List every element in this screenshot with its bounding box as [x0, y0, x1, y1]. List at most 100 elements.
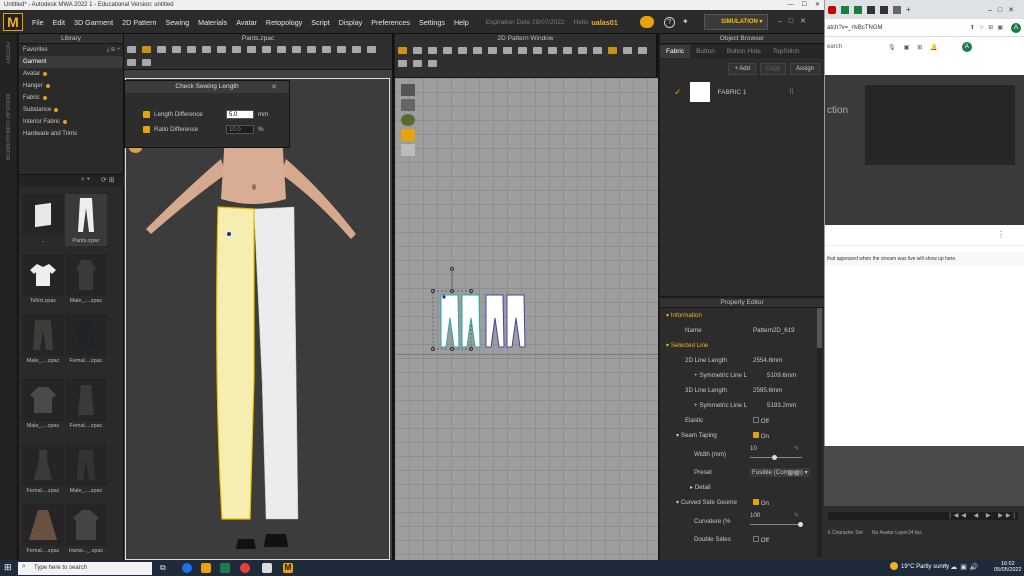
circle-icon[interactable]: [473, 47, 482, 54]
tack-tool-icon[interactable]: [202, 46, 211, 53]
pin-2d-icon[interactable]: [413, 60, 422, 67]
ratio-difference-input[interactable]: 10.0: [226, 125, 254, 134]
seam-taping-checkbox[interactable]: [753, 431, 759, 438]
search-icon[interactable]: ⌕ ▾: [81, 176, 90, 184]
chrome-icon[interactable]: [240, 563, 250, 573]
polygon-icon[interactable]: [443, 47, 452, 54]
marvelous-designer-icon[interactable]: M: [283, 563, 293, 573]
simulation-mode-dropdown[interactable]: SIMULATION ▾: [704, 14, 768, 30]
check-sew-icon[interactable]: [608, 47, 617, 54]
internal-line-icon[interactable]: [488, 47, 497, 54]
library-tile-female-4[interactable]: Femal....zpac: [22, 504, 64, 556]
ruler-icon[interactable]: [428, 60, 437, 67]
pattern-2d-canvas[interactable]: [395, 78, 658, 560]
fabric-options-icon[interactable]: ⠿: [789, 88, 794, 96]
menu-retopology[interactable]: Retopology: [266, 18, 302, 27]
zip-tool-icon[interactable]: [352, 46, 361, 53]
tab-button[interactable]: Button: [690, 45, 721, 58]
library-tile-up[interactable]: ..: [22, 194, 64, 246]
tab-button-hole[interactable]: Button Hole: [721, 45, 767, 58]
width-slider-handle[interactable]: [772, 455, 777, 460]
menu-preferences[interactable]: Preferences: [371, 18, 410, 27]
menu-display[interactable]: Display: [339, 18, 363, 27]
curvature-slider-handle[interactable]: [798, 522, 803, 527]
avatar-pose-icon[interactable]: ✦: [682, 17, 694, 28]
scrollbar-thumb[interactable]: [817, 308, 822, 348]
tab-favicon[interactable]: [841, 5, 849, 14]
close-icon[interactable]: ✕: [815, 0, 820, 10]
folder-icon[interactable]: ▆ ▆: [788, 469, 799, 476]
clock[interactable]: 16:02 05/05/2022: [994, 561, 1022, 573]
avatar-2d-icon[interactable]: [401, 114, 415, 126]
curvature-value[interactable]: 100: [750, 512, 760, 519]
address-bar[interactable]: atch?v=_rlvBcTNGM ⬆☆⊞▣ A: [825, 19, 1024, 37]
library-tile-male-2[interactable]: Male_....zpac: [22, 314, 64, 366]
file-explorer-icon[interactable]: [201, 563, 211, 573]
measure-tool-icon[interactable]: [217, 46, 226, 53]
width-value[interactable]: 10: [750, 445, 757, 452]
youtube-header-icons[interactable]: 🎙▣⊞🔔: [888, 44, 946, 51]
tab-favicon[interactable]: [854, 5, 862, 14]
video-player[interactable]: ction: [825, 75, 1024, 225]
library-tile-pants[interactable]: Pants.zpac: [65, 194, 107, 246]
graphic-tool-icon[interactable]: [292, 46, 301, 53]
url-text[interactable]: atch?v=_rlvBcTNGM: [827, 25, 883, 31]
eraser-icon[interactable]: [401, 99, 415, 111]
shape-tool-icon[interactable]: [262, 46, 271, 53]
pencil-icon[interactable]: [401, 84, 415, 96]
button-tool-icon[interactable]: [337, 46, 346, 53]
tab-favicon[interactable]: [867, 5, 875, 14]
browser-toolbar-icons[interactable]: ⬆☆⊞▣: [970, 24, 1007, 31]
free-sew-icon[interactable]: [593, 47, 602, 54]
library-folder-hanger[interactable]: Hanger: [19, 80, 123, 92]
refresh-icon[interactable]: ⟳ ⊞: [101, 176, 115, 184]
display-2d-icon[interactable]: [401, 144, 415, 156]
menu-2d-pattern[interactable]: 2D Pattern: [122, 18, 156, 27]
copy-button[interactable]: Copy: [759, 63, 786, 75]
pen-icon[interactable]: ✎: [794, 445, 799, 452]
library-folder-garment[interactable]: Garment: [19, 56, 123, 68]
menu-settings[interactable]: Settings: [419, 18, 445, 27]
fold-2d-icon[interactable]: [398, 60, 407, 67]
add-button[interactable]: + Add: [728, 63, 756, 75]
tab-topstitch[interactable]: TopStitch: [767, 45, 806, 58]
menu-avatar[interactable]: Avatar: [236, 18, 257, 27]
browser-window-controls[interactable]: –□✕: [988, 6, 1020, 14]
profile-avatar[interactable]: A: [1011, 22, 1021, 33]
modular-configurator-tab[interactable]: MODULAR CONFIGURATOR: [4, 94, 10, 160]
pen-tool-icon[interactable]: [247, 46, 256, 53]
curvature-slider[interactable]: [750, 524, 802, 525]
move-tool-icon[interactable]: [142, 46, 151, 53]
timeline-controls[interactable]: |◀◀ ◀ ▶ ▶▶|: [828, 512, 1018, 520]
tab-favicon[interactable]: [893, 5, 901, 14]
snap-tool-icon[interactable]: [307, 46, 316, 53]
youtube-search-input[interactable]: earch: [827, 44, 842, 50]
edit-curve-icon[interactable]: [428, 47, 437, 54]
topstitch-icon[interactable]: [638, 47, 647, 54]
viewport-3d-canvas[interactable]: [125, 78, 390, 560]
measure-line-icon[interactable]: [127, 59, 136, 66]
library-tile-male-3[interactable]: Male_....zpac: [22, 379, 64, 431]
texture-edit-icon[interactable]: [548, 47, 557, 54]
layer-icon[interactable]: [401, 129, 415, 141]
library-folder-fabric[interactable]: Fabric: [19, 92, 123, 104]
pattern-pieces-icon[interactable]: [429, 263, 529, 373]
maximize-icon[interactable]: ☐: [802, 0, 807, 10]
zip-2d-icon[interactable]: [623, 47, 632, 54]
elastic-checkbox[interactable]: [753, 416, 759, 423]
fabric-list-item[interactable]: ✓ FABRIC 1 ⠿: [660, 80, 824, 104]
menu-materials[interactable]: Materials: [198, 18, 227, 27]
minimize-icon[interactable]: —: [788, 0, 794, 10]
stitch-tool-icon[interactable]: [322, 46, 331, 53]
app-icon[interactable]: [262, 563, 272, 573]
name-value[interactable]: Pattern2D_619: [753, 327, 795, 334]
youtube-tab-icon[interactable]: [828, 5, 836, 14]
dart-icon[interactable]: [503, 47, 512, 54]
texture-tool-icon[interactable]: [277, 46, 286, 53]
trace-icon[interactable]: [518, 47, 527, 54]
youtube-avatar[interactable]: A: [961, 42, 972, 52]
library-tile-male-4[interactable]: Male_....zpac: [65, 444, 107, 496]
rectangle-icon[interactable]: [458, 47, 467, 54]
menu-help[interactable]: Help: [454, 18, 469, 27]
system-tray-icons[interactable]: ^☁▣🔊: [944, 563, 982, 571]
